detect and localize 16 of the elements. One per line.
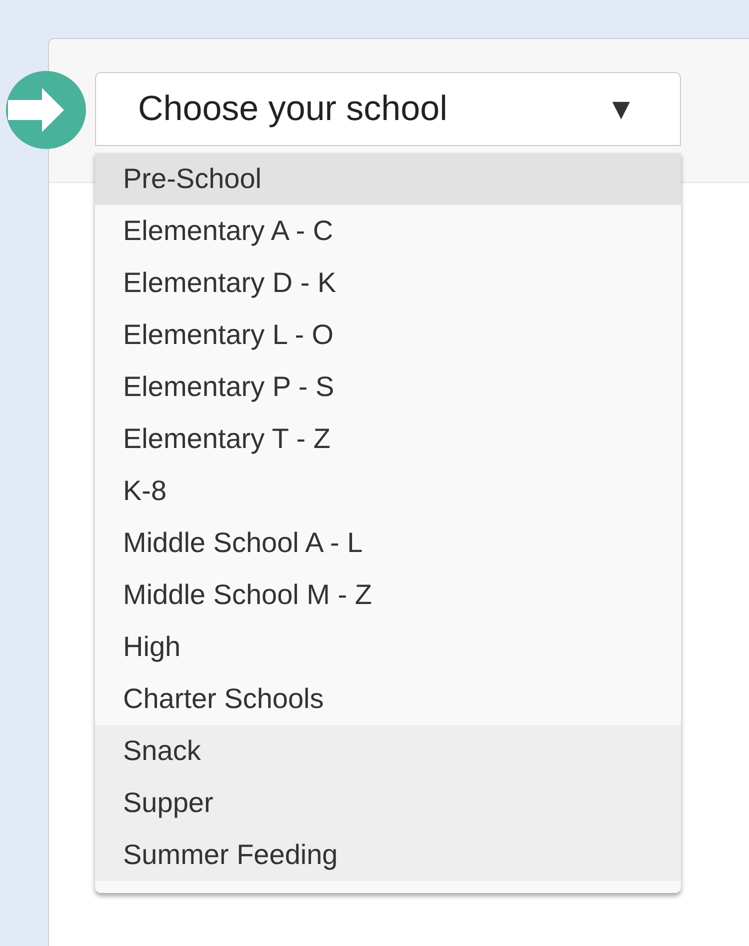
menu-option[interactable]: Middle School M - Z: [95, 569, 681, 621]
menu-option[interactable]: Elementary D - K: [95, 257, 681, 309]
menu-option[interactable]: Elementary A - C: [95, 205, 681, 257]
menu-option[interactable]: K-8: [95, 465, 681, 517]
menu-option[interactable]: Elementary P - S: [95, 361, 681, 413]
menu-option[interactable]: Elementary T - Z: [95, 413, 681, 465]
menu-option[interactable]: Charter Schools: [95, 673, 681, 725]
menu-option[interactable]: Middle School A - L: [95, 517, 681, 569]
menu-option[interactable]: Elementary L - O: [95, 309, 681, 361]
menu-option[interactable]: Summer Feeding: [95, 829, 681, 881]
menu-option[interactable]: High: [95, 621, 681, 673]
caret-icon: ▼: [606, 86, 636, 132]
menu-option[interactable]: Supper: [95, 777, 681, 829]
school-dropdown[interactable]: Choose your school ▼: [95, 72, 681, 146]
menu-option[interactable]: Snack: [95, 725, 681, 777]
menu-option[interactable]: Pre-School: [95, 153, 681, 205]
